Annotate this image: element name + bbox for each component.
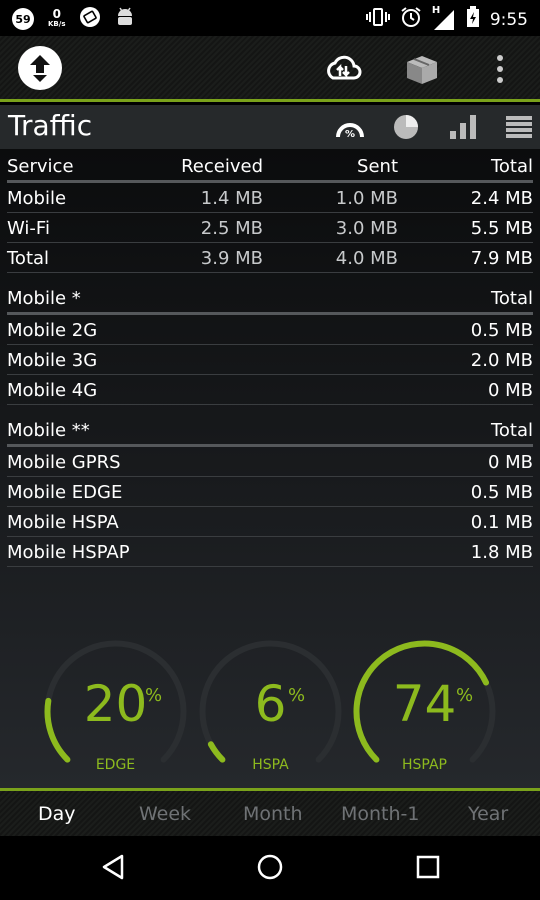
sent-value: 1.0 MB bbox=[335, 188, 398, 209]
tab-year[interactable]: Year bbox=[468, 803, 508, 825]
android-icon bbox=[115, 6, 135, 32]
tab-day[interactable]: Day bbox=[38, 803, 76, 825]
title-bar: Traffic % bbox=[0, 105, 540, 149]
table-row[interactable]: Mobile GPRS 0 MB bbox=[7, 447, 533, 477]
alarm-icon bbox=[400, 6, 422, 33]
network-type-label: H bbox=[431, 4, 441, 16]
battery-charging-icon bbox=[466, 6, 480, 33]
column-header: Total bbox=[490, 156, 533, 177]
signal-bars-icon[interactable] bbox=[448, 113, 478, 145]
total-value: 0 MB bbox=[487, 380, 533, 401]
traffic-table: Service Received Sent Total Mobile 1.4 M… bbox=[7, 151, 533, 273]
svg-text:%: % bbox=[345, 129, 355, 140]
total-value: 0.5 MB bbox=[470, 482, 533, 503]
cloud-sync-icon[interactable] bbox=[323, 52, 363, 90]
gauge-label: EDGE bbox=[95, 757, 136, 773]
app-logo-icon[interactable] bbox=[18, 46, 62, 90]
page-title: Traffic bbox=[8, 109, 93, 142]
network-speed-value: 0 bbox=[52, 7, 61, 21]
clock: 9:55 bbox=[489, 9, 528, 30]
table-header: Mobile * Total bbox=[7, 283, 533, 315]
table-header: Mobile ** Total bbox=[7, 415, 533, 447]
period-tabs: Day Week Month Month-1 Year bbox=[0, 788, 540, 836]
mobile-generation-table: Mobile * Total Mobile 2G 0.5 MB Mobile 3… bbox=[7, 283, 533, 405]
service-name: Total bbox=[7, 248, 50, 269]
app-bar bbox=[0, 36, 540, 102]
column-header: Received bbox=[181, 156, 263, 177]
connection-name: Mobile 3G bbox=[7, 350, 98, 371]
table-row[interactable]: Mobile HSPA 0.1 MB bbox=[7, 507, 533, 537]
network-speed-unit: KB/s bbox=[48, 20, 66, 28]
connection-name: Mobile 2G bbox=[7, 320, 98, 341]
gauge-unit: % bbox=[145, 685, 163, 706]
gauge-value: 6 bbox=[254, 675, 287, 733]
table-header: Service Received Sent Total bbox=[7, 151, 533, 183]
column-header: Mobile ** bbox=[7, 420, 90, 441]
connection-name: Mobile HSPA bbox=[7, 512, 119, 533]
status-bar: 59 0 KB/s H 9:55 bbox=[0, 0, 540, 36]
packages-icon[interactable] bbox=[403, 52, 441, 90]
connection-name: Mobile HSPAP bbox=[7, 542, 130, 563]
received-value: 3.9 MB bbox=[200, 248, 263, 269]
back-icon[interactable] bbox=[98, 852, 128, 886]
overflow-menu-icon[interactable] bbox=[492, 54, 508, 88]
total-value: 0.1 MB bbox=[470, 512, 533, 533]
app-bar-accent bbox=[0, 99, 540, 102]
connection-name: Mobile 4G bbox=[7, 380, 98, 401]
tab-week[interactable]: Week bbox=[139, 803, 191, 825]
total-value: 1.8 MB bbox=[470, 542, 533, 563]
table-row[interactable]: Mobile 2G 0.5 MB bbox=[7, 315, 533, 345]
table-row[interactable]: Mobile 4G 0 MB bbox=[7, 375, 533, 405]
sent-value: 3.0 MB bbox=[335, 218, 398, 239]
pie-chart-icon[interactable] bbox=[391, 113, 421, 145]
recents-icon[interactable] bbox=[413, 852, 443, 886]
service-name: Wi-Fi bbox=[7, 218, 50, 239]
list-icon[interactable] bbox=[505, 113, 533, 145]
total-value: 0.5 MB bbox=[470, 320, 533, 341]
table-row[interactable]: Mobile 3G 2.0 MB bbox=[7, 345, 533, 375]
column-header: Sent bbox=[357, 156, 398, 177]
column-header: Mobile * bbox=[7, 288, 81, 309]
traffic-content: Service Received Sent Total Mobile 1.4 M… bbox=[0, 149, 540, 788]
total-value: 7.9 MB bbox=[470, 248, 533, 269]
service-name: Mobile bbox=[7, 188, 67, 209]
gauge-hspa[interactable]: 6 % HSPA bbox=[198, 639, 343, 789]
table-row[interactable]: Total 3.9 MB 4.0 MB 7.9 MB bbox=[7, 243, 533, 273]
gauge-hspap[interactable]: 74 % HSPAP bbox=[352, 639, 497, 789]
notification-count-badge: 59 bbox=[12, 8, 34, 30]
mobile-signal: H bbox=[432, 5, 456, 31]
column-header: Total bbox=[490, 420, 533, 441]
gauge-label: HSPA bbox=[252, 757, 289, 773]
gauge-percent-icon[interactable]: % bbox=[334, 113, 366, 145]
total-value: 0 MB bbox=[487, 452, 533, 473]
connection-name: Mobile EDGE bbox=[7, 482, 123, 503]
column-header: Service bbox=[7, 156, 74, 177]
table-row[interactable]: Mobile HSPAP 1.8 MB bbox=[7, 537, 533, 567]
navigation-bar bbox=[0, 836, 540, 900]
table-row[interactable]: Wi-Fi 2.5 MB 3.0 MB 5.5 MB bbox=[7, 213, 533, 243]
screenshot-icon bbox=[79, 6, 101, 32]
vibrate-icon bbox=[365, 7, 390, 32]
gauge-label: HSPAP bbox=[402, 757, 447, 773]
network-speed: 0 KB/s bbox=[48, 7, 66, 29]
sent-value: 4.0 MB bbox=[335, 248, 398, 269]
total-value: 2.0 MB bbox=[470, 350, 533, 371]
home-icon[interactable] bbox=[255, 852, 285, 886]
received-value: 1.4 MB bbox=[200, 188, 263, 209]
connection-name: Mobile GPRS bbox=[7, 452, 121, 473]
gauge-value: 20 bbox=[83, 675, 148, 733]
gauge-edge[interactable]: 20 % EDGE bbox=[43, 639, 188, 789]
received-value: 2.5 MB bbox=[200, 218, 263, 239]
table-row[interactable]: Mobile 1.4 MB 1.0 MB 2.4 MB bbox=[7, 183, 533, 213]
column-header: Total bbox=[490, 288, 533, 309]
gauge-unit: % bbox=[456, 685, 474, 706]
gauge-unit: % bbox=[288, 685, 306, 706]
gauge-value: 74 bbox=[392, 675, 457, 733]
total-value: 5.5 MB bbox=[470, 218, 533, 239]
mobile-technology-table: Mobile ** Total Mobile GPRS 0 MB Mobile … bbox=[7, 415, 533, 567]
table-row[interactable]: Mobile EDGE 0.5 MB bbox=[7, 477, 533, 507]
tab-month[interactable]: Month bbox=[243, 803, 303, 825]
tab-month-1[interactable]: Month-1 bbox=[341, 803, 420, 825]
total-value: 2.4 MB bbox=[470, 188, 533, 209]
